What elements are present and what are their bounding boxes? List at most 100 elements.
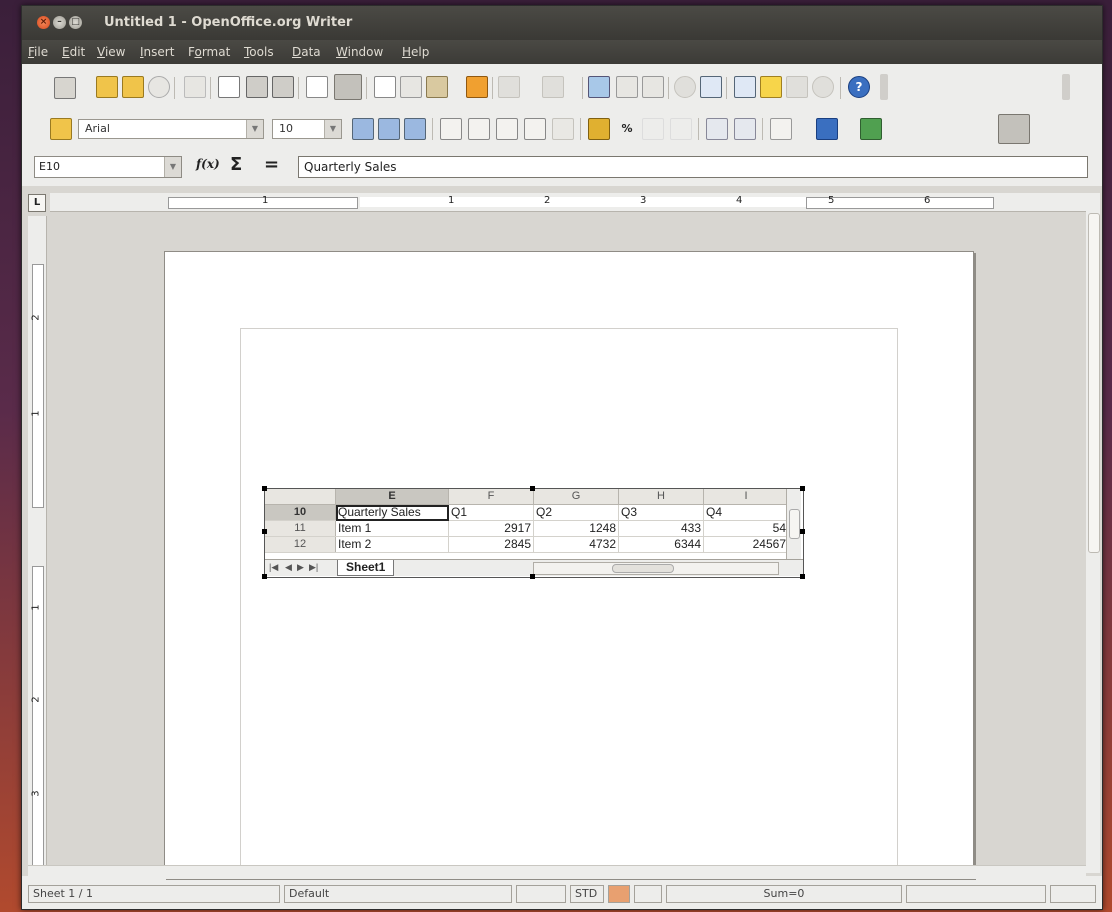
edit-file-icon[interactable] — [184, 76, 206, 98]
vertical-ruler[interactable]: 2 1 1 2 3 — [28, 216, 47, 871]
cell[interactable]: Q1 — [448, 504, 534, 521]
font-size-combo[interactable]: 10 ▼ — [272, 119, 342, 139]
resize-handle[interactable] — [262, 574, 267, 579]
resize-handle[interactable] — [262, 486, 267, 491]
next-sheet-icon[interactable]: ▶ — [297, 562, 304, 573]
cell[interactable]: Q2 — [533, 504, 619, 521]
align-left-icon[interactable] — [440, 118, 462, 140]
cell[interactable]: 24567 — [703, 536, 789, 553]
prev-sheet-icon[interactable]: ◀ — [285, 562, 292, 573]
insert-chart-icon[interactable] — [674, 76, 696, 98]
status-zoom-percent[interactable] — [1050, 885, 1096, 903]
inner-hscroll-thumb[interactable] — [612, 564, 674, 573]
last-sheet-icon[interactable]: ▶| — [309, 562, 318, 573]
align-center-icon[interactable] — [468, 118, 490, 140]
percent-format-icon[interactable]: % — [616, 118, 638, 140]
formula-input[interactable]: Quarterly Sales — [298, 156, 1088, 178]
cell[interactable]: Item 2 — [335, 536, 449, 553]
cell[interactable]: 6344 — [618, 536, 704, 553]
currency-format-icon[interactable] — [588, 118, 610, 140]
draw-functions-icon[interactable] — [734, 76, 756, 98]
open-folder-icon[interactable] — [96, 76, 118, 98]
paste-icon[interactable] — [426, 76, 448, 98]
resize-handle[interactable] — [530, 486, 535, 491]
menu-view[interactable]: View — [97, 45, 125, 59]
gallery-icon[interactable] — [786, 76, 808, 98]
resize-handle[interactable] — [530, 574, 535, 579]
sheet-tab[interactable]: Sheet1 — [337, 560, 395, 576]
menu-tools[interactable]: Tools — [244, 45, 274, 59]
format-paintbrush-icon[interactable] — [466, 76, 488, 98]
minimize-window-button[interactable]: – — [53, 16, 66, 29]
vertical-scrollbar[interactable] — [1086, 193, 1100, 873]
horizontal-scrollbar[interactable] — [28, 865, 1086, 879]
corner-cell[interactable] — [265, 489, 336, 505]
sort-ascending-icon[interactable] — [616, 76, 638, 98]
font-color-icon[interactable] — [860, 118, 882, 140]
status-zoom[interactable] — [516, 885, 566, 903]
resize-handle[interactable] — [800, 574, 805, 579]
print-preview-icon[interactable] — [272, 76, 294, 98]
column-header[interactable]: F — [448, 489, 534, 505]
menu-edit[interactable]: Edit — [62, 45, 85, 59]
close-window-button[interactable]: × — [37, 16, 50, 29]
first-sheet-icon[interactable]: |◀ — [269, 562, 278, 573]
cut-icon[interactable] — [374, 76, 396, 98]
data-pilot-icon[interactable] — [700, 76, 722, 98]
save-icon[interactable] — [122, 76, 144, 98]
decrease-indent-icon[interactable] — [706, 118, 728, 140]
cell[interactable]: 4732 — [533, 536, 619, 553]
font-name-combo[interactable]: Arial ▼ — [78, 119, 264, 139]
borders-icon[interactable] — [770, 118, 792, 140]
bold-icon[interactable] — [352, 118, 374, 140]
email-icon[interactable] — [148, 76, 170, 98]
cell[interactable]: 1248 — [533, 520, 619, 537]
italic-icon[interactable] — [378, 118, 400, 140]
column-header[interactable]: H — [618, 489, 704, 505]
resize-handle[interactable] — [800, 486, 805, 491]
inner-vertical-scrollbar[interactable] — [786, 489, 801, 559]
menu-file[interactable]: File — [28, 45, 48, 59]
cell-active[interactable]: Quarterly Sales — [335, 504, 449, 521]
function-equals-icon[interactable]: = — [264, 154, 279, 175]
sum-icon[interactable]: Σ — [230, 154, 242, 175]
justify-icon[interactable] — [524, 118, 546, 140]
new-document-icon[interactable] — [54, 77, 76, 99]
remove-decimal-icon[interactable] — [670, 118, 692, 140]
cell[interactable]: 2917 — [448, 520, 534, 537]
inner-horizontal-scrollbar[interactable] — [533, 562, 779, 575]
chevron-down-icon[interactable]: ▼ — [246, 120, 263, 138]
status-signature[interactable] — [634, 885, 662, 903]
merge-cells-icon[interactable] — [552, 118, 574, 140]
column-header[interactable]: I — [703, 489, 789, 505]
cell[interactable]: 433 — [618, 520, 704, 537]
cell[interactable]: Q4 — [703, 504, 789, 521]
row-header[interactable]: 10 — [265, 504, 336, 521]
menu-data[interactable]: Data — [292, 45, 321, 59]
navigator-icon[interactable] — [760, 76, 782, 98]
copy-icon[interactable] — [400, 76, 422, 98]
print-icon[interactable] — [246, 76, 268, 98]
inner-scroll-thumb[interactable] — [789, 509, 800, 539]
status-page-style[interactable]: Default — [284, 885, 512, 903]
status-selection-mode[interactable]: STD — [570, 885, 604, 903]
status-zoom-slider[interactable] — [906, 885, 1046, 903]
toolbar-overflow-icon[interactable] — [880, 74, 888, 100]
horizontal-ruler[interactable]: 1 1 2 3 4 5 6 — [50, 193, 1086, 212]
column-header[interactable]: G — [533, 489, 619, 505]
styles-formatting-icon[interactable] — [50, 118, 72, 140]
tab-stop-selector[interactable]: L — [28, 194, 46, 212]
function-wizard-icon[interactable]: f(x) — [196, 157, 220, 171]
toolbar-overflow-icon[interactable] — [1062, 74, 1070, 100]
cell[interactable]: 54 — [703, 520, 789, 537]
find-replace-icon[interactable] — [588, 76, 610, 98]
zoom-icon[interactable] — [812, 76, 834, 98]
underline-icon[interactable] — [404, 118, 426, 140]
redo-icon[interactable] — [542, 76, 564, 98]
undo-icon[interactable] — [498, 76, 520, 98]
menu-help[interactable]: Help — [402, 45, 429, 59]
toggle-grid-icon[interactable] — [998, 114, 1030, 144]
resize-handle[interactable] — [262, 529, 267, 534]
maximize-window-button[interactable]: □ — [69, 16, 82, 29]
chevron-down-icon[interactable]: ▼ — [164, 157, 181, 177]
